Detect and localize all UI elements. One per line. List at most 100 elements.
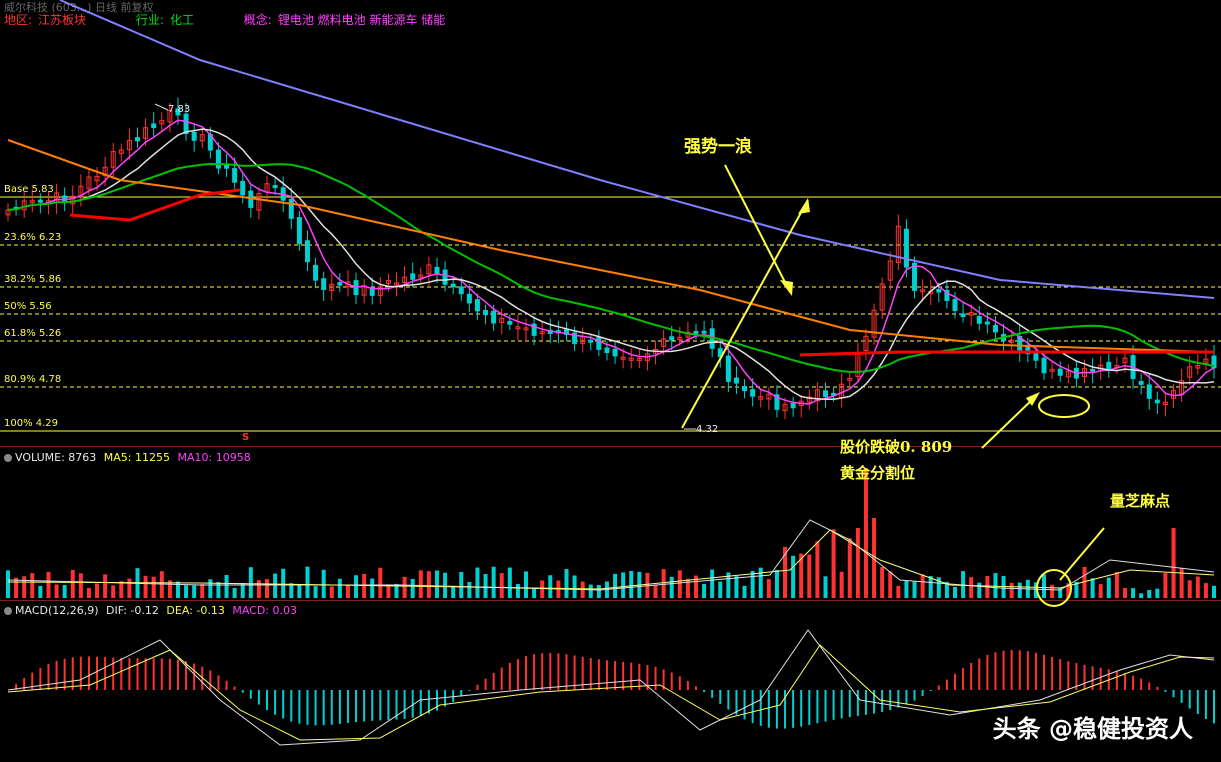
volume-bar: [880, 567, 885, 598]
break-highlight-ellipse: [1038, 394, 1090, 418]
macd-histogram-bar: [751, 690, 754, 724]
macd-histogram-bar: [808, 690, 811, 726]
macd-histogram-bar: [1018, 650, 1021, 690]
macd-histogram-bar: [63, 658, 66, 690]
volume-bar: [265, 579, 270, 598]
volume-bar: [256, 580, 261, 598]
volume-bar: [143, 575, 148, 598]
volume-bar: [515, 583, 520, 598]
volume-bar: [540, 580, 545, 598]
volume-bar: [402, 576, 407, 598]
break-pointer-line: [981, 395, 1037, 449]
volume-bar: [337, 578, 342, 598]
volume-bar: [111, 585, 116, 598]
volume-bar: [418, 570, 423, 598]
industry-value[interactable]: 化工: [170, 13, 194, 27]
macd-histogram-bar: [1180, 690, 1183, 703]
volume-bar: [1179, 567, 1184, 598]
volume-bar: [70, 570, 75, 598]
candle-body: [483, 310, 489, 316]
volume-bar: [791, 555, 796, 598]
volume-bar: [839, 571, 844, 598]
fib-level-label: 61.8% 5.26: [4, 328, 62, 339]
macd-histogram-bar: [953, 673, 956, 690]
macd-histogram-bar: [703, 690, 706, 692]
volume-bar: [823, 576, 828, 598]
annotation-break-line2: 黄金分割位: [840, 464, 916, 482]
candle-body: [1033, 352, 1039, 361]
macd-histogram-bar: [387, 690, 390, 721]
volume-bar: [95, 583, 100, 598]
volume-bar: [750, 570, 755, 598]
volume-bar: [1017, 582, 1022, 598]
macd-histogram-bar: [978, 658, 981, 690]
volume-bar: [354, 575, 359, 598]
macd-histogram-bar: [1083, 664, 1086, 690]
candle-body: [701, 330, 707, 334]
collapse-icon[interactable]: [4, 454, 12, 462]
volume-bar: [661, 569, 666, 598]
candle-body: [936, 288, 942, 293]
fib-level-label: 50% 5.56: [4, 301, 52, 312]
macd-histogram-bar: [314, 690, 317, 726]
stock-title: 威尔科技 (603...) 日线 前复权: [4, 1, 154, 14]
fib-level-label: 100% 4.29: [4, 418, 59, 429]
volume-bar: [491, 566, 496, 598]
volume-bar: [200, 584, 205, 598]
macd-histogram-bar: [241, 690, 244, 693]
macd-histogram-bar: [120, 657, 123, 690]
volume-bar: [38, 585, 43, 598]
candle-body: [693, 330, 699, 334]
macd-histogram-bar: [889, 690, 892, 711]
volume-bar: [451, 585, 456, 598]
volume-bar: [653, 585, 658, 598]
volume-bar: [912, 581, 917, 598]
fib-level-label: 80.9% 4.78: [4, 374, 62, 385]
ma5-line: [7, 119, 1215, 405]
macd-histogram-bar: [1196, 690, 1199, 714]
volume-bar: [192, 585, 197, 598]
volume-bar: [1131, 588, 1136, 598]
macd-histogram-bar: [346, 690, 349, 723]
volume-bar: [718, 581, 723, 598]
region-value[interactable]: 江苏板块: [38, 13, 86, 27]
volume-bar: [459, 571, 464, 598]
ma60-red-segment-right: [799, 350, 1214, 357]
candle-body: [612, 348, 618, 357]
macd-histogram-bar: [848, 690, 851, 718]
collapse-icon[interactable]: [4, 607, 12, 615]
candle-body: [992, 324, 998, 333]
candle-body: [304, 240, 310, 263]
volume-bar: [904, 581, 909, 598]
concept-value[interactable]: 锂电池 燃料电池 新能源车 储能: [278, 13, 445, 27]
candle-body: [288, 198, 294, 219]
macd-histogram-bar: [1067, 661, 1070, 690]
macd-histogram-bar: [306, 690, 309, 725]
volume-bar: [426, 571, 431, 598]
volume-bar: [184, 585, 189, 598]
annotation-wave: 强势一浪: [684, 137, 752, 157]
candle-body: [232, 168, 238, 183]
volume-bar: [952, 586, 957, 598]
candle-body: [1138, 381, 1144, 385]
volume-bar: [1171, 528, 1176, 598]
candle-body: [183, 113, 189, 135]
fib-level-label: 38.2% 5.86: [4, 274, 62, 285]
macd-histogram-bar: [363, 690, 366, 722]
signal-s-marker: S: [242, 432, 250, 443]
volume-bar: [434, 570, 439, 598]
volume-bar: [443, 572, 448, 598]
volume-bar: [54, 584, 59, 598]
macd-histogram-bar: [864, 690, 867, 715]
macd-histogram-bar: [282, 690, 285, 719]
candle-body: [369, 287, 375, 296]
volume-bar: [548, 575, 553, 598]
macd-histogram-bar: [1043, 654, 1046, 690]
volume-bar: [613, 573, 618, 598]
volume-bar: [677, 570, 682, 598]
volume-bar: [248, 567, 253, 598]
macd-histogram-bar: [913, 690, 916, 701]
candle-body: [984, 321, 990, 325]
macd-histogram-bar: [379, 690, 382, 721]
macd-histogram-bar: [225, 680, 228, 690]
